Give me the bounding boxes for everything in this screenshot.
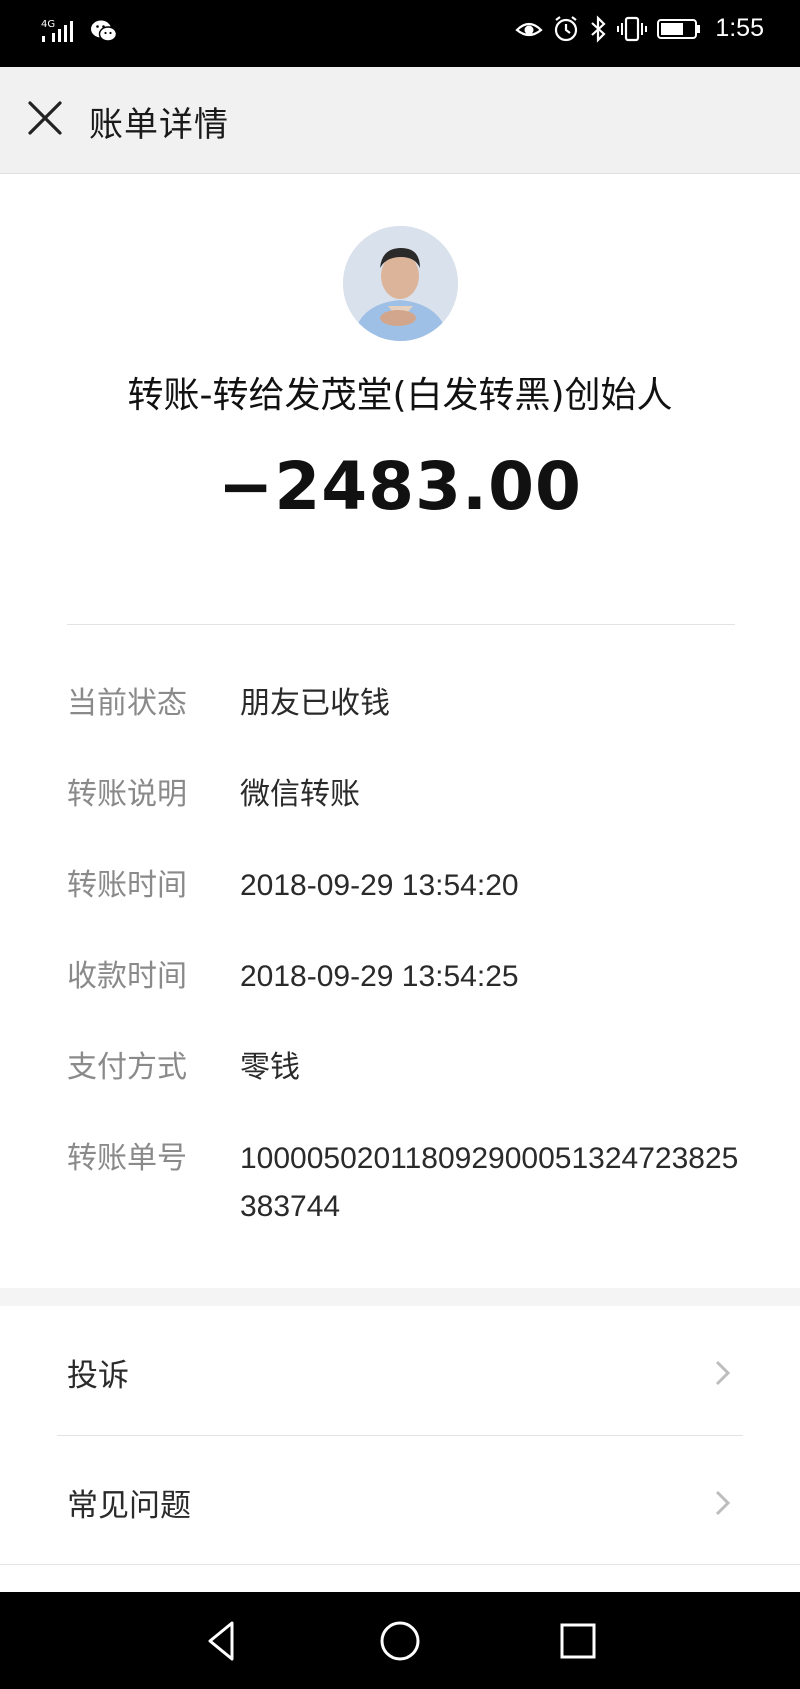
eye-icon — [515, 22, 543, 36]
detail-value: 零钱 — [240, 1050, 300, 1085]
amount: −2483.00 — [218, 448, 582, 525]
detail-row-transfer-time: 转账时间 2018-09-29 13:54:20 — [67, 866, 747, 910]
page-title: 账单详情 — [89, 105, 229, 145]
status-right: 1:55 — [515, 14, 764, 43]
detail-label: 转账单号 — [67, 1141, 187, 1176]
detail-label: 转账说明 — [67, 777, 187, 812]
section-separator — [0, 1288, 800, 1306]
status-bar: 4G 1:55 — [0, 0, 800, 67]
chevron-right-icon — [715, 1490, 731, 1516]
detail-label: 转账时间 — [67, 868, 187, 903]
faq-item[interactable]: 常见问题 — [0, 1436, 800, 1566]
alarm-icon — [555, 15, 578, 41]
detail-label: 当前状态 — [67, 686, 187, 721]
bottom-divider — [0, 1564, 800, 1565]
svg-text:4G: 4G — [41, 19, 55, 30]
avatar — [343, 226, 458, 341]
chevron-right-icon — [715, 1360, 731, 1386]
avatar-image — [343, 226, 458, 341]
detail-row-received-time: 收款时间 2018-09-29 13:54:25 — [67, 957, 747, 1001]
status-time: 1:55 — [715, 14, 764, 42]
detail-row-transfer-id: 转账单号 10000502011809290005132472382538374… — [67, 1139, 747, 1231]
detail-value[interactable]: 100005020118092900051324723825383744 — [240, 1135, 740, 1231]
divider — [67, 624, 735, 625]
system-nav-bar — [0, 1592, 800, 1689]
back-icon[interactable] — [197, 1616, 247, 1666]
home-icon[interactable] — [375, 1616, 425, 1666]
wechat-icon — [91, 20, 118, 42]
detail-label: 收款时间 — [67, 959, 187, 994]
detail-row-status: 当前状态 朋友已收钱 — [67, 684, 747, 728]
detail-label: 支付方式 — [67, 1050, 187, 1085]
complaint-item[interactable]: 投诉 — [0, 1306, 800, 1436]
status-left: 4G — [40, 16, 118, 46]
close-icon[interactable] — [22, 95, 68, 141]
details-list: 当前状态 朋友已收钱 转账说明 微信转账 转账时间 2018-09-29 13:… — [67, 684, 747, 1278]
vibrate-icon — [617, 16, 648, 41]
detail-row-payment-method: 支付方式 零钱 — [67, 1048, 747, 1092]
complaint-label: 投诉 — [67, 1358, 129, 1394]
detail-value: 朋友已收钱 — [240, 686, 390, 721]
detail-value: 2018-09-29 13:54:20 — [240, 869, 519, 902]
detail-value: 微信转账 — [240, 777, 360, 812]
recents-icon[interactable] — [553, 1616, 603, 1666]
bluetooth-icon — [591, 14, 606, 43]
transfer-title: 转账-转给发茂堂(白发转黑)创始人 — [127, 375, 673, 416]
app-header: 账单详情 — [0, 67, 800, 174]
signal-icon: 4G — [41, 19, 73, 42]
detail-row-note: 转账说明 微信转账 — [67, 775, 747, 819]
detail-value: 2018-09-29 13:54:25 — [240, 960, 519, 993]
battery-icon — [657, 18, 701, 39]
faq-label: 常见问题 — [67, 1488, 191, 1524]
